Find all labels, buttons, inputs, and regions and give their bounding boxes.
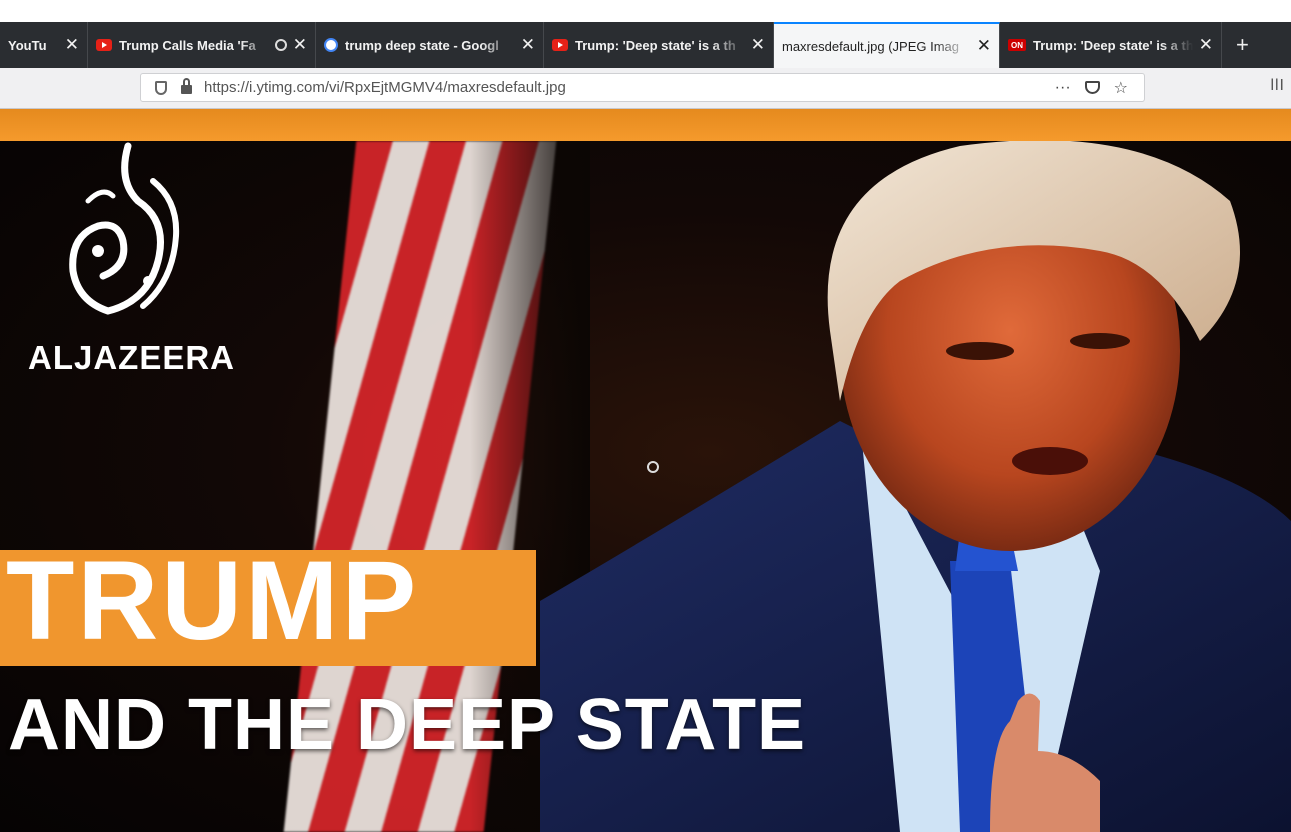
- cnn-icon: ON: [1008, 39, 1026, 51]
- youtube-icon: [96, 39, 112, 51]
- url-text[interactable]: https://i.ytimg.com/vi/RpxEjtMGMV4/maxre…: [204, 79, 1055, 96]
- tab-bar: YouTu ✕ Trump Calls Media 'Fa ✕ trump de…: [0, 22, 1291, 68]
- url-bar[interactable]: https://i.ytimg.com/vi/RpxEjtMGMV4/maxre…: [140, 73, 1145, 102]
- tab-google-search[interactable]: trump deep state - Googl ✕: [316, 22, 544, 68]
- google-icon: [324, 38, 338, 52]
- subheadline-text: AND THE DEEP STATE: [8, 685, 807, 765]
- tab-title: Trump: 'Deep state' is a th: [1033, 37, 1193, 53]
- tab-close-icon[interactable]: ✕: [1199, 35, 1213, 55]
- tab-close-icon[interactable]: ✕: [521, 35, 535, 55]
- library-icon[interactable]: llI: [1270, 77, 1285, 95]
- headline-text: TRUMP: [6, 538, 420, 663]
- tab-title: Trump Calls Media 'Fa: [119, 37, 256, 53]
- tab-close-icon[interactable]: ✕: [751, 35, 765, 55]
- tab-maxresdefault-active[interactable]: maxresdefault.jpg (JPEG Imag ✕: [774, 22, 1000, 68]
- brand-name: ALJAZEERA: [28, 339, 236, 376]
- lock-icon[interactable]: [181, 78, 192, 94]
- tab-title: YouTu: [8, 37, 47, 53]
- screen: YouTu ✕ Trump Calls Media 'Fa ✕ trump de…: [0, 0, 1291, 832]
- aljazeera-logo: [69, 142, 180, 315]
- tab-title: maxresdefault.jpg (JPEG Imag: [782, 38, 960, 54]
- tab-trump-calls-media[interactable]: Trump Calls Media 'Fa ✕: [88, 22, 316, 68]
- tab-close-icon[interactable]: ✕: [977, 36, 991, 56]
- page-actions-menu-icon[interactable]: ···: [1055, 79, 1071, 97]
- pocket-icon[interactable]: [1084, 81, 1100, 94]
- mouse-cursor-icon: [647, 461, 659, 473]
- tab-close-icon[interactable]: ✕: [293, 35, 307, 55]
- navigation-bar: https://i.ytimg.com/vi/RpxEjtMGMV4/maxre…: [0, 68, 1291, 109]
- tab-deep-state-cnn[interactable]: ON Trump: 'Deep state' is a th ✕: [1000, 22, 1222, 68]
- audio-playing-icon[interactable]: [274, 39, 287, 51]
- bookmark-star-icon[interactable]: ☆: [1114, 78, 1128, 98]
- tab-title: Trump: 'Deep state' is a th: [575, 37, 736, 53]
- tab-deep-state-youtube[interactable]: Trump: 'Deep state' is a th ✕: [544, 22, 774, 68]
- tab-close-icon[interactable]: ✕: [65, 35, 79, 55]
- image-top-orange-band: [0, 109, 1291, 141]
- url-bar-actions: ··· ☆: [1055, 78, 1128, 98]
- new-tab-button[interactable]: +: [1222, 22, 1263, 68]
- youtube-icon: [552, 39, 568, 51]
- tab-youtube[interactable]: YouTu ✕: [0, 22, 88, 68]
- screen-top-margin: [0, 0, 1291, 22]
- tracking-protection-shield-icon[interactable]: [155, 80, 167, 95]
- tab-title: trump deep state - Googl: [345, 37, 499, 53]
- displayed-image: ALJAZEERA TRUMP AND THE DEEP STATE: [0, 141, 1291, 832]
